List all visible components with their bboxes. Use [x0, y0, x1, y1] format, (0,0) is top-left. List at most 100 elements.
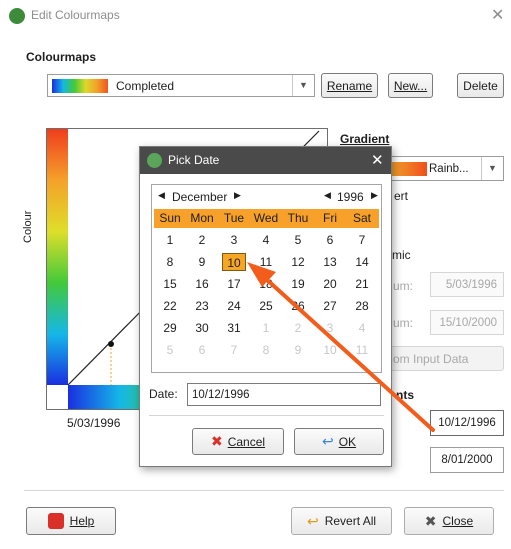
- calendar-day[interactable]: 29: [154, 319, 186, 337]
- calendar-day[interactable]: 19: [282, 275, 314, 293]
- calendar-day[interactable]: 10: [314, 341, 346, 359]
- calendar-day[interactable]: 25: [250, 297, 282, 315]
- revert-label: Revert All: [324, 514, 377, 528]
- calendar-day[interactable]: 15: [154, 275, 186, 293]
- weekday-header: Sun Mon Tue Wed Thu Fri Sat: [154, 209, 379, 228]
- graph-min-label: 5/03/1996: [67, 416, 121, 430]
- gradient-selected: Rainb...: [429, 162, 469, 175]
- help-label: Help: [69, 514, 95, 528]
- control-points-heading: nts: [396, 388, 414, 402]
- cancel-icon: ✖: [210, 433, 223, 449]
- ok-label: OK: [338, 434, 357, 449]
- next-month-icon[interactable]: ▶: [234, 190, 241, 201]
- help-button[interactable]: Help: [26, 507, 116, 535]
- calendar-day[interactable]: 5: [282, 231, 314, 249]
- delete-button[interactable]: Delete: [457, 73, 504, 98]
- calendar-day[interactable]: 11: [346, 341, 378, 359]
- prev-month-icon[interactable]: ◀: [158, 190, 165, 201]
- revert-icon: ↩: [306, 512, 319, 529]
- calendar-day[interactable]: 5: [154, 341, 186, 359]
- calendar-day[interactable]: 17: [218, 275, 250, 293]
- weekday-thu: Thu: [287, 211, 309, 225]
- calendar-day[interactable]: 8: [250, 341, 282, 359]
- calendar-day[interactable]: 7: [218, 341, 250, 359]
- calendar-day[interactable]: 3: [314, 319, 346, 337]
- colour-axis-label: Colour: [22, 210, 34, 243]
- calendar-day[interactable]: 9: [186, 253, 218, 271]
- cancel-button[interactable]: ✖ Cancel: [192, 428, 284, 455]
- weekday-mon: Mon: [190, 211, 214, 225]
- gradient-select[interactable]: Rainb... ▼: [390, 156, 504, 181]
- calendar-day[interactable]: 30: [186, 319, 218, 337]
- ok-button[interactable]: ↩ OK: [294, 428, 384, 455]
- weekday-tue: Tue: [223, 211, 245, 225]
- maximum-label: um:: [393, 316, 414, 330]
- close-button[interactable]: ✖ Close: [404, 507, 494, 535]
- calendar-day[interactable]: 8: [154, 253, 186, 271]
- control-point-value-1[interactable]: 10/12/1996: [430, 410, 504, 436]
- date-row: Date: 10/12/1996: [149, 383, 384, 407]
- new-button[interactable]: New...: [388, 73, 433, 98]
- invert-label: ert: [394, 189, 409, 203]
- window-title: Edit Colourmaps: [31, 8, 120, 22]
- calendar-day[interactable]: 7: [346, 231, 378, 249]
- calendar-day[interactable]: 21: [346, 275, 378, 293]
- day-grid: 1 2 3 4 5 6 7 8 9 10 11 12 13 14 15 16 17 18 19 20 21 22 23 24 2…: [154, 231, 379, 371]
- calendar-day[interactable]: 23: [186, 297, 218, 315]
- calendar-day[interactable]: 1: [250, 319, 282, 337]
- calendar: ◀ December ▶ ◀ 1996 ▶ Sun Mon Tue Wed Th…: [151, 184, 382, 373]
- help-icon: [47, 513, 64, 529]
- window-close-icon[interactable]: ✕: [491, 5, 504, 25]
- weekday-fri: Fri: [323, 211, 337, 225]
- calendar-day[interactable]: 9: [282, 341, 314, 359]
- calendar-nav: ◀ December ▶ ◀ 1996 ▶: [152, 185, 381, 209]
- control-point-value-2[interactable]: 8/01/2000: [430, 447, 504, 473]
- gradient-swatch: [391, 161, 427, 176]
- month-label: December: [172, 190, 228, 204]
- calendar-day[interactable]: 12: [282, 253, 314, 271]
- year-label: 1996: [337, 190, 364, 204]
- calendar-day[interactable]: 6: [186, 341, 218, 359]
- from-input-data-button[interactable]: om Input Data: [390, 346, 504, 371]
- next-year-icon[interactable]: ▶: [371, 190, 378, 201]
- calendar-day[interactable]: 2: [282, 319, 314, 337]
- calendar-day[interactable]: 4: [250, 231, 282, 249]
- calendar-day[interactable]: 13: [314, 253, 346, 271]
- maximum-field[interactable]: 15/10/2000: [430, 310, 504, 335]
- calendar-day[interactable]: 11: [250, 253, 282, 271]
- control-point[interactable]: [108, 341, 114, 347]
- calendar-day[interactable]: 6: [314, 231, 346, 249]
- calendar-day[interactable]: 20: [314, 275, 346, 293]
- colourmap-selected: Completed: [116, 78, 175, 93]
- chevron-down-icon: ▼: [481, 157, 503, 180]
- calendar-day[interactable]: 28: [346, 297, 378, 315]
- calendar-day[interactable]: 4: [346, 319, 378, 337]
- calendar-day-selected[interactable]: 10: [222, 253, 246, 271]
- close-label: Close: [442, 514, 474, 528]
- date-label: Date:: [149, 387, 178, 401]
- calendar-day[interactable]: 27: [314, 297, 346, 315]
- ok-icon: ↩: [321, 433, 334, 449]
- pick-date-dialog: Pick Date ✕ ◀ December ▶ ◀ 1996 ▶ Sun Mo…: [139, 146, 392, 467]
- calendar-day[interactable]: 31: [218, 319, 250, 337]
- revert-all-button[interactable]: ↩ Revert All: [291, 507, 392, 535]
- minimum-field[interactable]: 5/03/1996: [430, 272, 504, 297]
- calendar-day[interactable]: 14: [346, 253, 378, 271]
- calendar-day[interactable]: 24: [218, 297, 250, 315]
- calendar-day[interactable]: 22: [154, 297, 186, 315]
- calendar-day[interactable]: 1: [154, 231, 186, 249]
- rename-button[interactable]: Rename: [321, 73, 378, 98]
- weekday-sat: Sat: [352, 211, 371, 225]
- calendar-day[interactable]: 2: [186, 231, 218, 249]
- dialog-divider: [149, 415, 384, 416]
- pick-date-close-icon[interactable]: ✕: [371, 151, 384, 169]
- calendar-day[interactable]: 26: [282, 297, 314, 315]
- prev-year-icon[interactable]: ◀: [324, 190, 331, 201]
- title-bar: Edit Colourmaps ✕: [0, 0, 511, 30]
- calendar-day[interactable]: 3: [218, 231, 250, 249]
- date-input[interactable]: 10/12/1996: [187, 383, 381, 406]
- weekday-sun: Sun: [159, 211, 181, 225]
- calendar-day[interactable]: 18: [250, 275, 282, 293]
- colourmap-select[interactable]: Completed ▼: [47, 74, 315, 97]
- calendar-day[interactable]: 16: [186, 275, 218, 293]
